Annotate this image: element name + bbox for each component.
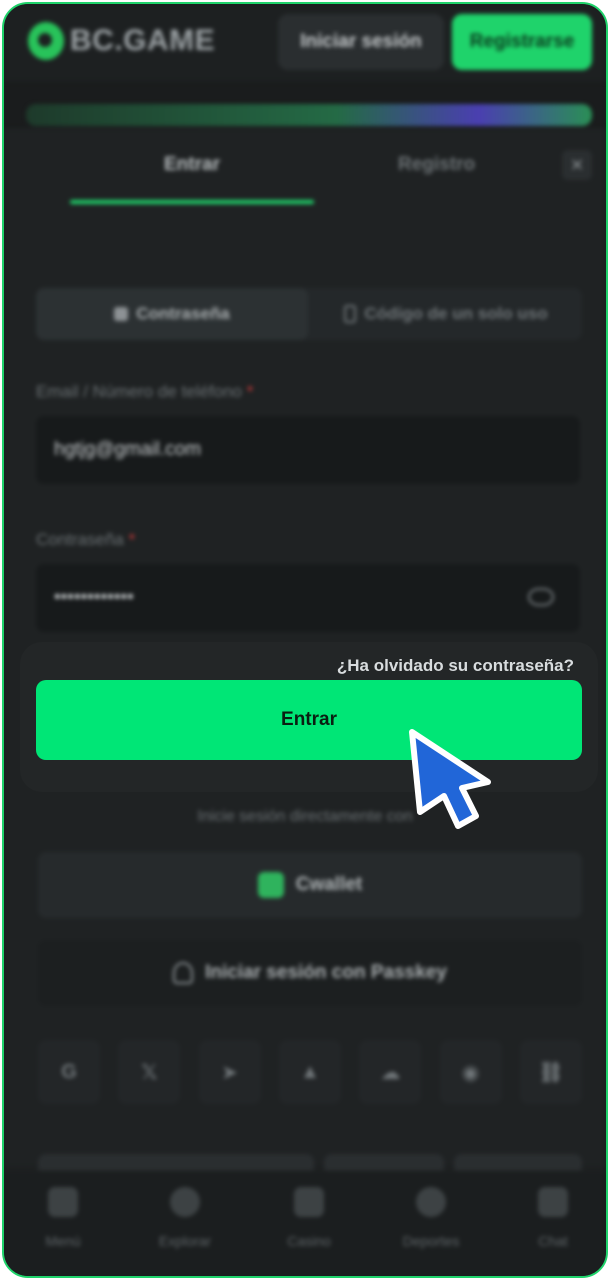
logo-text: BC.GAME xyxy=(70,24,216,57)
line-icon[interactable]: ◉ xyxy=(439,1040,502,1104)
cwallet-label: Cwallet xyxy=(295,874,363,895)
brand-logo[interactable]: BC.GAME xyxy=(28,22,215,60)
alt-login-text: Inicie sesión directamente con xyxy=(197,808,413,825)
cloud-icon[interactable]: ☁ xyxy=(359,1040,422,1104)
bottom-nav: Menú Explorar Casino Deportes Chat xyxy=(4,1170,606,1276)
nav-item-chat[interactable]: Chat xyxy=(508,1187,598,1249)
password-field[interactable]: •••••••••••• xyxy=(36,564,580,632)
social-login-row: G 𝕏 ➤ ▲ ☁ ◉ ⛓ xyxy=(38,1040,582,1104)
search-icon xyxy=(170,1187,200,1217)
method-otp-label: Código de un solo uso xyxy=(364,304,548,323)
header-register-button[interactable]: Registrarse xyxy=(452,14,592,70)
active-tab-indicator xyxy=(70,200,314,204)
nav-item-sports[interactable]: Deportes xyxy=(386,1187,476,1249)
passkey-label: Iniciar sesión con Passkey xyxy=(205,962,447,983)
telegram-icon[interactable]: ➤ xyxy=(198,1040,261,1104)
tab-login[interactable]: Entrar xyxy=(164,154,220,176)
method-password[interactable]: Contraseña xyxy=(36,288,308,340)
passkey-icon xyxy=(173,962,194,984)
close-icon[interactable]: × xyxy=(562,150,592,180)
forgot-password-link[interactable]: ¿Ha olvidado su contraseña? xyxy=(337,656,574,676)
password-value: •••••••••••• xyxy=(54,587,134,608)
wallet-icon xyxy=(257,872,284,898)
sports-icon xyxy=(416,1187,446,1217)
phone-icon xyxy=(344,305,357,323)
promo-banner-strip xyxy=(26,104,592,126)
phone-frame: BC.GAME Iniciar sesión Registrarse Entra… xyxy=(2,2,608,1278)
nav-item-explore[interactable]: Explorar xyxy=(140,1187,230,1249)
logo-icon xyxy=(28,22,64,60)
email-label: Email / Número de teléfono * xyxy=(36,382,254,401)
nav-item-casino[interactable]: Casino xyxy=(264,1187,354,1249)
google-icon[interactable]: G xyxy=(38,1040,100,1104)
email-field[interactable]: hgtjg@gmail.com xyxy=(36,416,580,484)
header-login-button[interactable]: Iniciar sesión xyxy=(278,14,444,70)
lock-icon xyxy=(114,307,129,321)
x-icon[interactable]: 𝕏 xyxy=(118,1040,181,1104)
email-value: hgtjg@gmail.com xyxy=(54,439,202,460)
tab-register[interactable]: Registro xyxy=(398,154,475,176)
method-otp[interactable]: Código de un solo uso xyxy=(310,288,582,340)
menu-icon xyxy=(48,1187,78,1217)
login-method-switch: Contraseña Código de un solo uso xyxy=(36,288,582,340)
passkey-button[interactable]: Iniciar sesión con Passkey xyxy=(38,940,582,1006)
chat-icon xyxy=(538,1187,568,1217)
method-password-label: Contraseña xyxy=(136,304,230,323)
nav-item-menu[interactable]: Menú xyxy=(18,1187,108,1249)
auth-tabs: Entrar Registro × xyxy=(4,128,606,208)
metamask-icon[interactable]: ▲ xyxy=(278,1040,341,1104)
top-header: BC.GAME Iniciar sesión Registrarse xyxy=(4,4,606,82)
link-icon[interactable]: ⛓ xyxy=(519,1040,582,1104)
eye-icon[interactable] xyxy=(528,588,554,606)
casino-icon xyxy=(294,1187,324,1217)
blurred-background: BC.GAME Iniciar sesión Registrarse Entra… xyxy=(4,4,606,1276)
cwallet-button[interactable]: Cwallet xyxy=(38,852,582,918)
password-label: Contraseña * xyxy=(36,530,136,549)
pointer-cursor-icon xyxy=(409,729,491,829)
